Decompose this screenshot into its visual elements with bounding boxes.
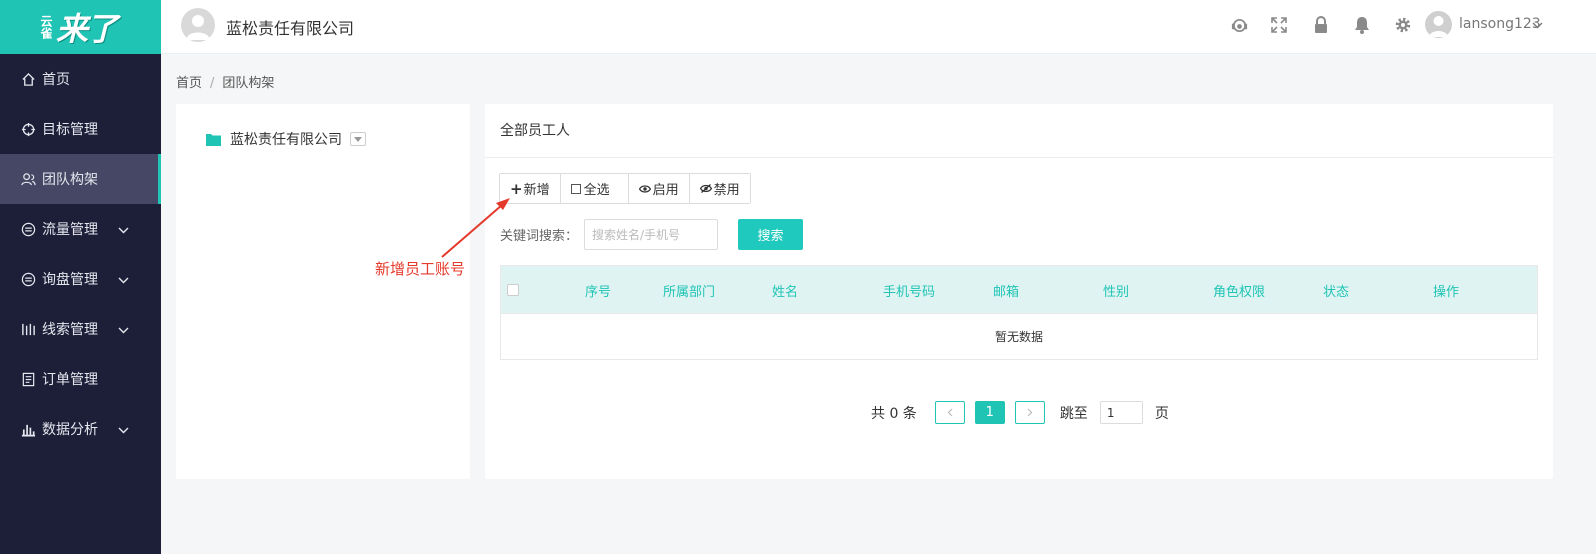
sidebar-item-label: 询盘管理 — [42, 272, 98, 288]
sidebar-item-flow[interactable]: 流量管理 — [0, 204, 161, 254]
sidebar-item-label: 流量管理 — [42, 222, 98, 238]
chevron-down-icon — [118, 272, 129, 288]
sidebar-item-label: 线索管理 — [42, 322, 98, 338]
tree-dropdown-button[interactable] — [350, 132, 366, 146]
panel-title: 全部员工人 — [485, 104, 1553, 158]
column-header[interactable]: 所属部门 — [663, 281, 715, 300]
pager-jump-label: 跳至 — [1059, 405, 1088, 422]
breadcrumb-home[interactable]: 首页 — [176, 76, 202, 91]
chevron-down-icon[interactable] — [1532, 18, 1543, 33]
sidebar-item-team[interactable]: 团队构架 — [0, 154, 161, 204]
lock-icon[interactable] — [1311, 15, 1331, 35]
sidebar-item-analysis[interactable]: 数据分析 — [0, 404, 161, 454]
headset-icon[interactable] — [1229, 15, 1249, 35]
pager-prev-button[interactable] — [934, 401, 965, 424]
sidebar-item-order[interactable]: 订单管理 — [0, 354, 161, 404]
staff-table: 序号 所属部门 姓名 手机号码 邮箱 性别 角色权限 状态 操作 暂无数据 — [500, 265, 1538, 360]
pager-total: 共 0 条 — [871, 405, 917, 422]
toolbar: + 新增 全选 启用 禁用 — [499, 173, 751, 204]
sidebar-item-label: 目标管理 — [42, 122, 98, 138]
logo-small-text: 云雀 — [39, 15, 53, 39]
sidebar: 云雀 来了 首页 目标管理 团队构架 流量管理 询盘管理 线索管理 订单管理 数… — [0, 0, 161, 554]
chevron-down-icon — [118, 222, 129, 238]
table-header: 序号 所属部门 姓名 手机号码 邮箱 性别 角色权限 状态 操作 — [501, 266, 1537, 313]
gear-icon[interactable] — [1393, 15, 1413, 35]
team-icon — [20, 171, 36, 187]
pager-next-button[interactable] — [1014, 401, 1045, 424]
sidebar-item-inquiry[interactable]: 询盘管理 — [0, 254, 161, 304]
search-button[interactable]: 搜索 — [738, 219, 804, 250]
chevron-right-icon — [1027, 408, 1033, 417]
eye-off-icon — [699, 184, 712, 193]
tree-node-root[interactable]: 蓝松责任有限公司 — [206, 129, 366, 149]
breadcrumb-separator: / — [210, 76, 215, 91]
order-icon — [20, 371, 36, 387]
pager-jump-input[interactable]: 1 — [1099, 401, 1143, 424]
username[interactable]: lansong123 — [1459, 16, 1541, 32]
annotation-text: 新增员工账号 — [375, 260, 466, 278]
chevron-down-icon — [118, 322, 129, 338]
clue-icon — [20, 321, 36, 337]
sidebar-item-label: 订单管理 — [42, 372, 98, 388]
column-header[interactable]: 姓名 — [772, 281, 798, 300]
search-input[interactable] — [584, 219, 719, 250]
pager-page-suffix: 页 — [1154, 405, 1169, 422]
sidebar-item-label: 团队构架 — [42, 172, 98, 188]
sidebar-item-home[interactable]: 首页 — [0, 54, 161, 104]
search-row: 关键词搜索： 搜索 — [500, 219, 804, 250]
breadcrumb: 首页 / 团队构架 — [176, 72, 274, 91]
logo[interactable]: 云雀 来了 — [0, 0, 161, 54]
sidebar-item-clue[interactable]: 线索管理 — [0, 304, 161, 354]
chevron-down-icon — [118, 422, 129, 438]
top-header: 蓝松责任有限公司 lansong123 — [161, 0, 1596, 54]
add-button-label: 新增 — [523, 183, 550, 198]
pagination: 共 0 条 1 跳至 1 页 — [871, 401, 1169, 424]
table-empty-row: 暂无数据 — [501, 313, 1537, 359]
disable-button-label: 禁用 — [713, 183, 740, 198]
user-avatar[interactable] — [1425, 11, 1452, 38]
sidebar-item-target[interactable]: 目标管理 — [0, 104, 161, 154]
company-avatar — [181, 8, 215, 42]
inquiry-icon — [20, 271, 36, 287]
fullscreen-icon[interactable] — [1269, 15, 1289, 35]
home-icon — [20, 71, 36, 87]
tree-node-label: 蓝松责任有限公司 — [230, 132, 342, 148]
enable-button-label: 启用 — [652, 183, 679, 198]
column-header[interactable]: 角色权限 — [1213, 281, 1265, 300]
disable-button[interactable]: 禁用 — [689, 174, 750, 203]
sidebar-item-label: 数据分析 — [42, 422, 98, 438]
enable-button[interactable]: 启用 — [628, 174, 690, 203]
header-checkbox[interactable] — [507, 284, 519, 296]
target-icon — [20, 121, 36, 137]
chevron-left-icon — [947, 408, 953, 417]
select-all-checkbox[interactable] — [570, 183, 581, 194]
column-header[interactable]: 邮箱 — [993, 281, 1019, 300]
company-name: 蓝松责任有限公司 — [226, 19, 355, 38]
sidebar-item-label: 首页 — [42, 72, 70, 88]
staff-panel: 全部员工人 + 新增 全选 启用 禁用 关键词搜索： 搜索姓名/手机号 搜索 序… — [485, 104, 1553, 479]
column-header[interactable]: 手机号码 — [883, 281, 935, 300]
breadcrumb-current: 团队构架 — [222, 76, 275, 91]
org-tree-panel: 蓝松责任有限公司 — [176, 104, 470, 479]
logo-big-text: 来了 — [56, 10, 118, 48]
column-header[interactable]: 状态 — [1323, 281, 1349, 300]
column-header[interactable]: 操作 — [1433, 281, 1459, 300]
select-all-label: 全选 — [583, 183, 610, 198]
pager-current-page[interactable]: 1 — [974, 401, 1005, 424]
annotation-arrow — [441, 198, 510, 258]
sidebar-nav: 首页 目标管理 团队构架 流量管理 询盘管理 线索管理 订单管理 数据分析 — [0, 54, 161, 454]
select-all-button[interactable]: 全选 — [560, 174, 629, 203]
column-header[interactable]: 序号 — [585, 281, 611, 300]
bell-icon[interactable] — [1352, 15, 1372, 35]
folder-icon — [206, 133, 221, 146]
chart-icon — [20, 421, 36, 437]
flow-icon — [20, 221, 36, 237]
column-header[interactable]: 性别 — [1103, 281, 1129, 300]
eye-icon — [638, 184, 651, 193]
